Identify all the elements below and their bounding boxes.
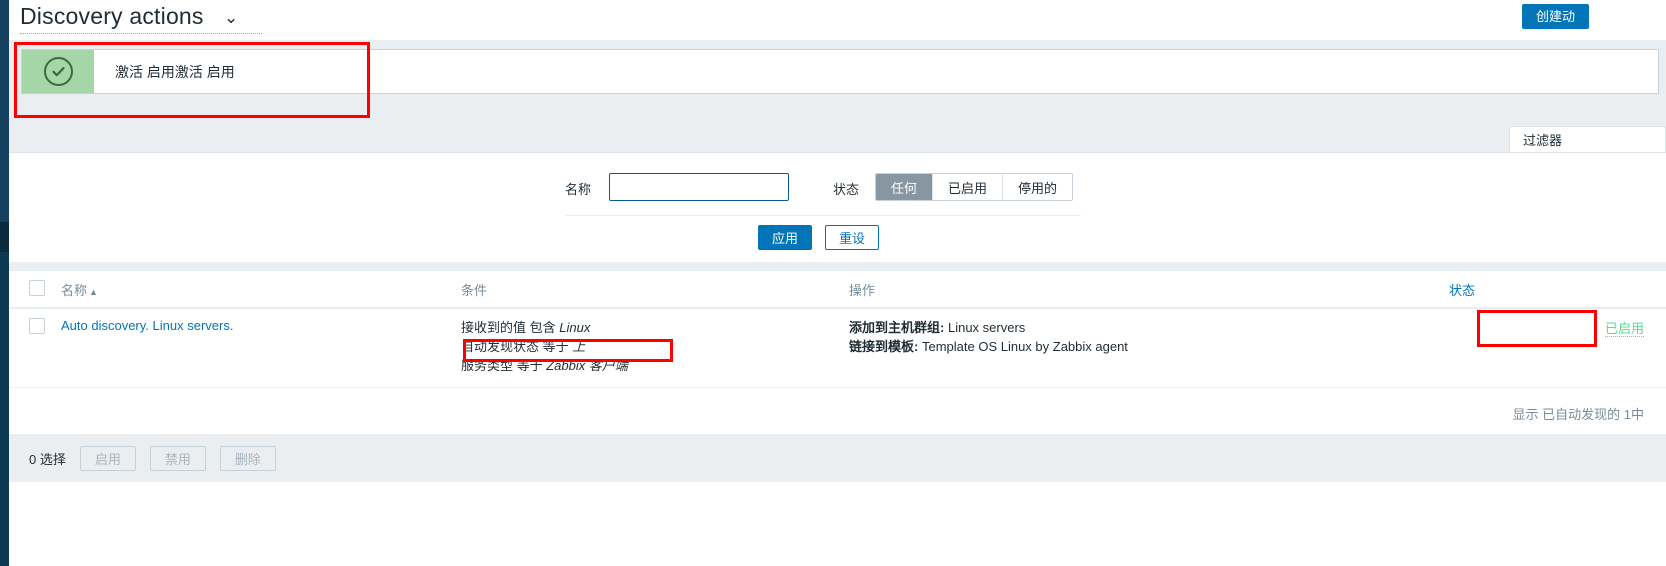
- sort-ascending-icon: ▲: [89, 287, 98, 297]
- bulk-disable-button[interactable]: 禁用: [149, 445, 206, 471]
- filter-status-option-enabled[interactable]: 已启用: [933, 174, 1004, 200]
- condition-label: 服务类型 等于: [461, 358, 547, 373]
- condition-line: 服务类型 等于 Zabbix 客户端: [461, 356, 849, 375]
- header-operations: 操作: [849, 271, 1449, 309]
- condition-label: 自动发现状态 等于: [461, 339, 573, 354]
- condition-value: Linux: [559, 320, 591, 335]
- header-conditions: 条件: [461, 271, 849, 309]
- row-select-cell: [9, 308, 61, 388]
- header-name[interactable]: 名称 ▲: [61, 271, 461, 309]
- table-header-row: 名称 ▲ 条件 操作 状态: [9, 271, 1666, 309]
- operation-value: Template OS Linux by Zabbix agent: [921, 339, 1128, 354]
- header-status[interactable]: 状态: [1449, 271, 1666, 309]
- row-checkbox[interactable]: [29, 318, 45, 334]
- success-message-text: 激活 启用激活 启用: [115, 63, 235, 80]
- sidebar-segment-mid: [0, 222, 9, 252]
- filter-panel: 名称 状态 任何 已启用 停用的 应用 重设: [9, 152, 1666, 262]
- condition-value: Zabbix 客户端: [546, 358, 628, 373]
- condition-line: 自动发现状态 等于 上: [461, 337, 849, 356]
- filter-status-label: 状态: [833, 182, 860, 197]
- filter-status-option-disabled[interactable]: 停用的: [1003, 174, 1073, 200]
- condition-label: 接收到的值 包含: [461, 320, 560, 335]
- bulk-action-bar: 0 选择 启用 禁用 删除: [9, 434, 1666, 482]
- filter-status-radio-group[interactable]: 任何 已启用 停用的: [875, 173, 1074, 201]
- row-status-cell: 已启用: [1449, 308, 1666, 388]
- check-circle-icon: [43, 57, 73, 86]
- row-conditions-cell: 接收到的值 包含 Linux 自动发现状态 等于 上 服务类型 等于 Zabbi…: [461, 308, 849, 388]
- title-underline: [20, 33, 262, 34]
- status-badge[interactable]: 已启用: [1604, 321, 1644, 337]
- filter-reset-button[interactable]: 重设: [825, 225, 879, 250]
- filter-tabstrip: 过滤器: [9, 122, 1666, 152]
- operation-line: 链接到模板: Template OS Linux by Zabbix agent: [849, 337, 1449, 356]
- header-select-all-cell: [9, 271, 61, 309]
- condition-value: 上: [572, 339, 586, 354]
- create-action-button[interactable]: 创建动: [1522, 4, 1590, 29]
- tab-filter[interactable]: 过滤器: [1509, 126, 1666, 152]
- condition-line: 接收到的值 包含 Linux: [461, 318, 849, 337]
- operation-line: 添加到主机群组: Linux servers: [849, 318, 1449, 337]
- chevron-down-icon[interactable]: ⌄: [224, 8, 238, 28]
- header-status-label[interactable]: 状态: [1449, 283, 1475, 298]
- selected-count-label: 0 选择: [29, 451, 66, 467]
- operation-label: 添加到主机群组:: [849, 320, 945, 335]
- app-root: Discovery actions ⌄ 创建动 激活 启用激活 启用 过滤器 名…: [0, 0, 1666, 566]
- filter-status-option-any[interactable]: 任何: [876, 174, 934, 200]
- success-message-box: 激活 启用激活 启用: [21, 49, 1659, 94]
- page-bottom-filler: [9, 482, 1666, 566]
- message-zone: 激活 启用激活 启用: [9, 40, 1666, 122]
- bulk-enable-button[interactable]: 启用: [79, 445, 136, 471]
- header-name-label[interactable]: 名称: [61, 283, 87, 298]
- filter-name-input[interactable]: [609, 173, 789, 201]
- message-icon-cell: [22, 50, 94, 93]
- sidebar-segment-bottom: [0, 252, 9, 566]
- action-name-link[interactable]: Auto discovery. Linux servers.: [61, 318, 233, 333]
- sidebar-strip: [0, 0, 9, 566]
- page-title: Discovery actions: [20, 3, 204, 29]
- operation-value: Linux servers: [947, 320, 1026, 335]
- bulk-delete-button[interactable]: 删除: [219, 445, 276, 471]
- filter-separator: [566, 215, 1081, 216]
- operation-label: 链接到模板:: [849, 339, 919, 354]
- row-operations-cell: 添加到主机群组: Linux servers 链接到模板: Template O…: [849, 308, 1449, 388]
- table-row: Auto discovery. Linux servers. 接收到的值 包含 …: [9, 308, 1666, 388]
- page-header: Discovery actions ⌄ 创建动: [9, 0, 1666, 40]
- result-count-text: 显示 已自动发现的 1中: [1512, 407, 1644, 422]
- select-all-checkbox[interactable]: [29, 280, 45, 296]
- actions-table: 名称 ▲ 条件 操作 状态 Auto discovery. Linux serve…: [9, 271, 1666, 388]
- filter-apply-button[interactable]: 应用: [758, 225, 812, 250]
- filter-name-label: 名称: [565, 182, 592, 197]
- sidebar-segment-top: [0, 0, 9, 222]
- row-name-cell: Auto discovery. Linux servers.: [61, 308, 461, 388]
